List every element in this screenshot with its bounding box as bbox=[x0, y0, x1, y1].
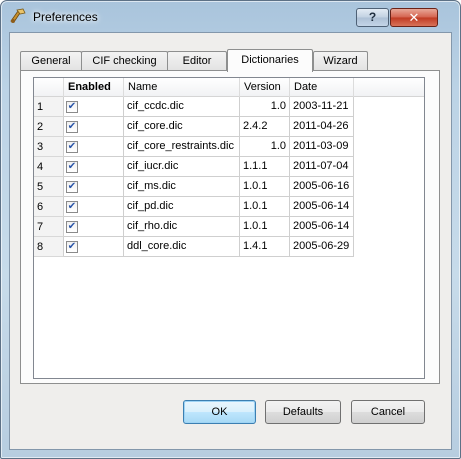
row-number: 2 bbox=[34, 117, 64, 137]
table-row[interactable]: 8 ✔ ddl_core.dic 1.4.1 2005-06-29 bbox=[34, 237, 424, 257]
table-row[interactable]: 5 ✔ cif_ms.dic 1.0.1 2005-06-16 bbox=[34, 177, 424, 197]
version-cell: 1.0.1 bbox=[240, 177, 290, 197]
version-cell: 1.0.1 bbox=[240, 217, 290, 237]
date-cell: 2005-06-29 bbox=[290, 237, 354, 257]
row-number: 1 bbox=[34, 97, 64, 117]
version-cell: 2.4.2 bbox=[240, 117, 290, 137]
date-cell: 2011-04-26 bbox=[290, 117, 354, 137]
table-header: Enabled Name Version Date bbox=[34, 78, 424, 97]
table-row[interactable]: 2 ✔ cif_core.dic 2.4.2 2011-04-26 bbox=[34, 117, 424, 137]
table-row[interactable]: 3 ✔ cif_core_restraints.dic 1.0 2011-03-… bbox=[34, 137, 424, 157]
close-button[interactable]: ✕ bbox=[390, 8, 438, 27]
enabled-cell: ✔ bbox=[64, 217, 124, 237]
name-cell: ddl_core.dic bbox=[124, 237, 240, 257]
enabled-cell: ✔ bbox=[64, 237, 124, 257]
dictionaries-table: Enabled Name Version Date 1 ✔ cif_ccdc.d… bbox=[33, 77, 425, 379]
name-cell: cif_core_restraints.dic bbox=[124, 137, 240, 157]
row-number: 8 bbox=[34, 237, 64, 257]
name-cell: cif_ms.dic bbox=[124, 177, 240, 197]
column-header-version[interactable]: Version bbox=[240, 78, 290, 97]
row-number: 6 bbox=[34, 197, 64, 217]
title-bar[interactable]: Preferences ? ✕ bbox=[1, 1, 460, 31]
enabled-checkbox[interactable]: ✔ bbox=[66, 121, 78, 133]
column-header-date[interactable]: Date bbox=[290, 78, 354, 97]
enabled-checkbox[interactable]: ✔ bbox=[66, 241, 78, 253]
app-icon bbox=[10, 8, 26, 23]
help-button[interactable]: ? bbox=[356, 8, 389, 27]
date-cell: 2011-07-04 bbox=[290, 157, 354, 177]
version-cell: 1.4.1 bbox=[240, 237, 290, 257]
date-cell: 2003-11-21 bbox=[290, 97, 354, 117]
table-row[interactable]: 1 ✔ cif_ccdc.dic 1.0 2003-11-21 bbox=[34, 97, 424, 117]
tab-editor[interactable]: Editor bbox=[167, 51, 227, 71]
row-number: 7 bbox=[34, 217, 64, 237]
tab-dictionaries[interactable]: Dictionaries bbox=[227, 49, 313, 72]
window-title: Preferences bbox=[33, 10, 98, 24]
enabled-checkbox[interactable]: ✔ bbox=[66, 221, 78, 233]
version-cell: 1.0 bbox=[240, 137, 290, 157]
ok-button[interactable]: OK bbox=[183, 400, 256, 424]
name-cell: cif_pd.dic bbox=[124, 197, 240, 217]
version-cell: 1.0 bbox=[240, 97, 290, 117]
name-cell: cif_rho.dic bbox=[124, 217, 240, 237]
date-cell: 2011-03-09 bbox=[290, 137, 354, 157]
enabled-cell: ✔ bbox=[64, 117, 124, 137]
date-cell: 2005-06-14 bbox=[290, 197, 354, 217]
defaults-button[interactable]: Defaults bbox=[265, 400, 341, 424]
enabled-cell: ✔ bbox=[64, 157, 124, 177]
version-cell: 1.1.1 bbox=[240, 157, 290, 177]
enabled-checkbox[interactable]: ✔ bbox=[66, 141, 78, 153]
enabled-checkbox[interactable]: ✔ bbox=[66, 201, 78, 213]
cancel-button[interactable]: Cancel bbox=[351, 400, 425, 424]
name-cell: cif_iucr.dic bbox=[124, 157, 240, 177]
date-cell: 2005-06-14 bbox=[290, 217, 354, 237]
tab-wizard[interactable]: Wizard bbox=[313, 51, 368, 71]
column-header-enabled[interactable]: Enabled bbox=[64, 78, 124, 97]
header-corner bbox=[34, 78, 64, 97]
tab-general[interactable]: General bbox=[20, 51, 82, 71]
row-number: 5 bbox=[34, 177, 64, 197]
date-cell: 2005-06-16 bbox=[290, 177, 354, 197]
enabled-cell: ✔ bbox=[64, 177, 124, 197]
version-cell: 1.0.1 bbox=[240, 197, 290, 217]
column-header-name[interactable]: Name bbox=[124, 78, 240, 97]
name-cell: cif_core.dic bbox=[124, 117, 240, 137]
tab-cif-checking[interactable]: CIF checking bbox=[81, 51, 168, 71]
name-cell: cif_ccdc.dic bbox=[124, 97, 240, 117]
table-row[interactable]: 7 ✔ cif_rho.dic 1.0.1 2005-06-14 bbox=[34, 217, 424, 237]
table-row[interactable]: 4 ✔ cif_iucr.dic 1.1.1 2011-07-04 bbox=[34, 157, 424, 177]
enabled-cell: ✔ bbox=[64, 97, 124, 117]
enabled-cell: ✔ bbox=[64, 137, 124, 157]
enabled-checkbox[interactable]: ✔ bbox=[66, 181, 78, 193]
enabled-checkbox[interactable]: ✔ bbox=[66, 101, 78, 113]
row-number: 3 bbox=[34, 137, 64, 157]
row-number: 4 bbox=[34, 157, 64, 177]
table-row[interactable]: 6 ✔ cif_pd.dic 1.0.1 2005-06-14 bbox=[34, 197, 424, 217]
enabled-checkbox[interactable]: ✔ bbox=[66, 161, 78, 173]
tab-bar: General CIF checking Editor Dictionaries… bbox=[20, 49, 440, 72]
enabled-cell: ✔ bbox=[64, 197, 124, 217]
